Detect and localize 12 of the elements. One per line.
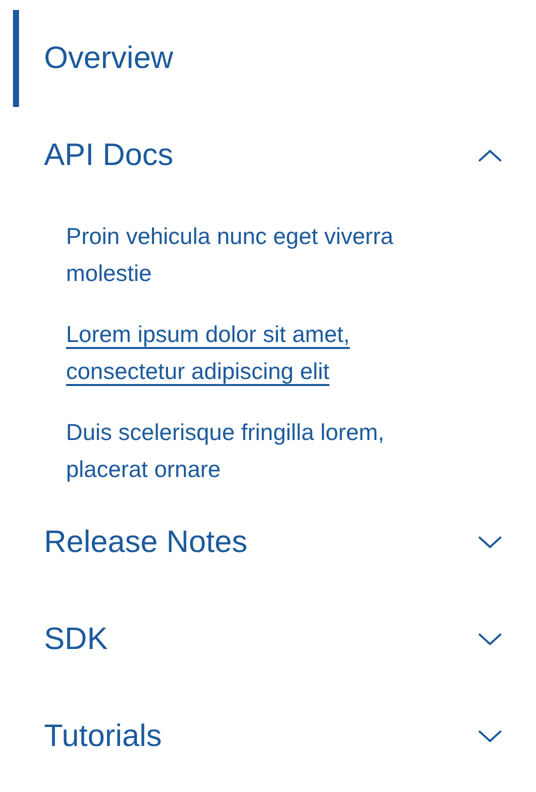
chevron-up-icon[interactable] [478,149,502,162]
section-toggle[interactable]: Tutorials [44,713,478,760]
sub-nav-link[interactable]: Proin vehicula nunc eget viverra molestie [66,218,466,292]
chevron-down-icon[interactable] [478,536,502,549]
chevron-down-icon[interactable] [478,633,502,646]
sub-nav-link[interactable]: Lorem ipsum dolor sit amet, consectetur adipiscing elit [66,316,466,390]
sub-nav-link[interactable]: Duis scelerisque fringilla lorem, placerat ornare [66,414,466,488]
chevron-down-icon[interactable] [478,730,502,743]
nav-link[interactable]: Overview [44,35,502,82]
section-toggle[interactable]: SDK [44,616,478,663]
section-toggle[interactable]: API Docs [44,132,478,179]
section-toggle[interactable]: Release Notes [44,519,478,566]
